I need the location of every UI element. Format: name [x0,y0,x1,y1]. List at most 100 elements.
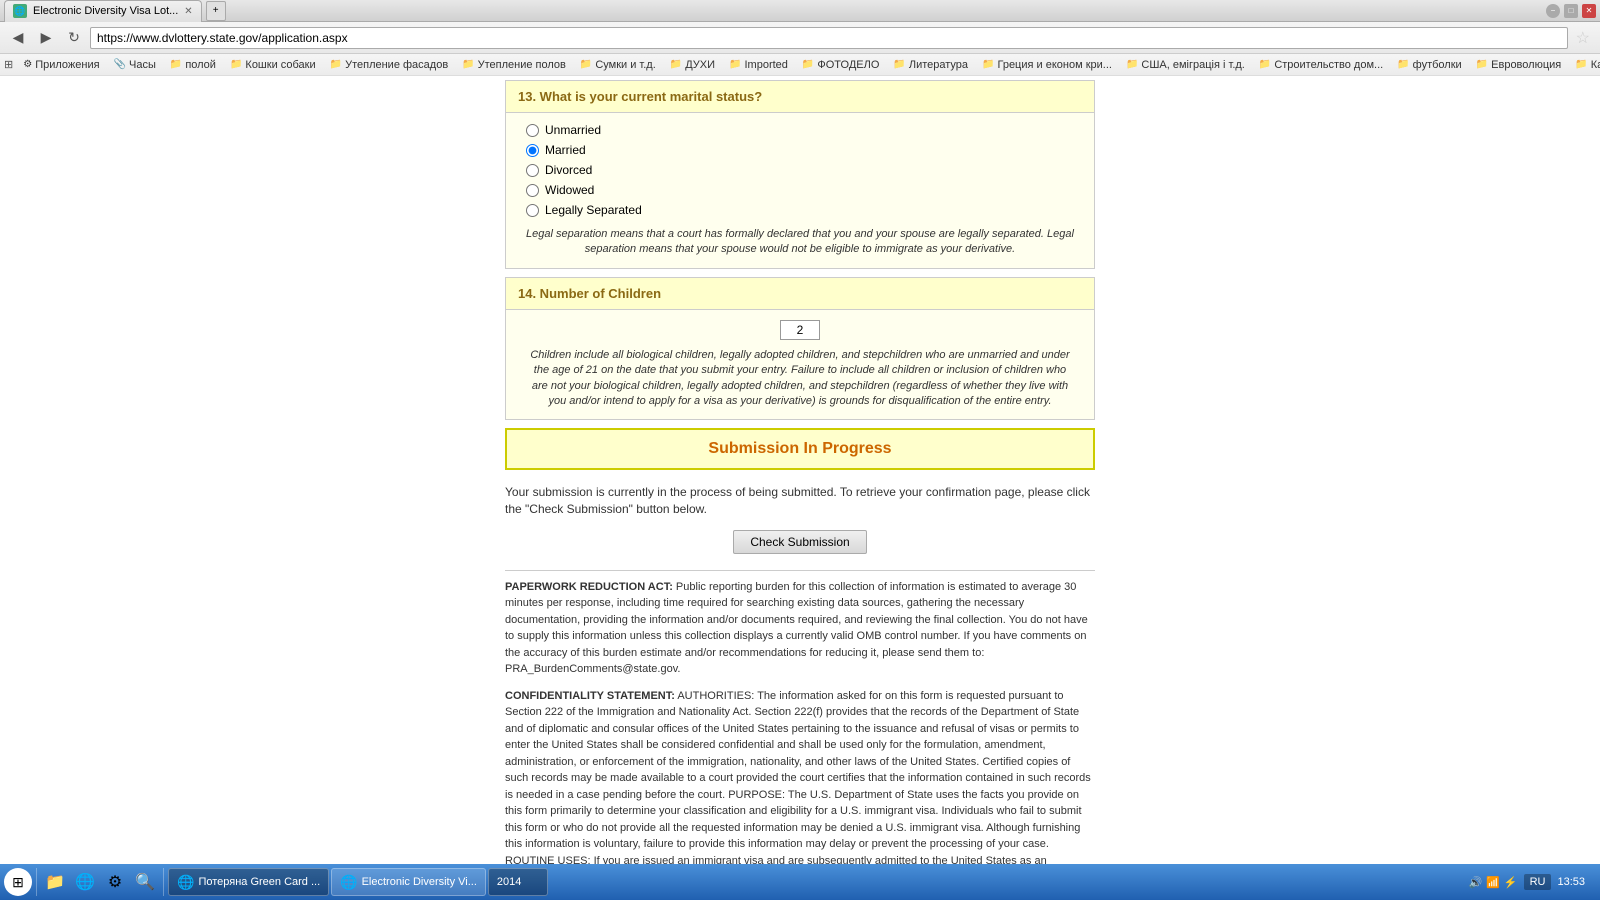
section14-header: 14. Number of Children [505,277,1095,310]
confidentiality-body: AUTHORITIES: The information asked for o… [505,690,1094,874]
paperwork-heading: PAPERWORK REDUCTION ACT: [505,581,673,593]
bookmark-label: Imported [745,59,788,71]
bookmark-folder-icon: 📁 [330,59,342,70]
system-clock: 13:53 [1557,876,1585,888]
widowed-label: Widowed [545,183,594,197]
divorced-radio[interactable] [526,164,539,177]
bookmark-icon: 📎 [114,59,126,70]
form-area: 13. What is your current marital status?… [505,76,1095,874]
taskbar-icon-files[interactable]: 📁 [41,868,69,896]
bookmark-label: Греция и економ кри... [997,59,1111,71]
married-option[interactable]: Married [526,143,1074,157]
bookmark-stroy[interactable]: 📁 Строительство дом... [1253,57,1389,73]
divorced-option[interactable]: Divorced [526,163,1074,177]
bookmark-star-icon[interactable]: ☆ [1572,28,1594,48]
taskbar-task-icon-diversity: 🌐 [340,874,357,891]
taskbar: ⊞ 📁 🌐 ⚙ 🔍 🌐 Потеряна Green Card ... 🌐 El… [0,864,1600,900]
tab-title: Electronic Diversity Visa Lot... [33,5,178,17]
bookmark-lit[interactable]: 📁 Литература [887,57,974,73]
paperwork-text: PAPERWORK REDUCTION ACT: Public reportin… [505,579,1095,678]
children-note: Children include all biological children… [526,348,1074,410]
bookmark-folder-icon: 📁 [462,59,474,70]
section13-header: 13. What is your current marital status? [505,80,1095,113]
married-label: Married [545,143,586,157]
refresh-button[interactable]: ↻ [62,26,86,50]
bookmark-football[interactable]: 📁 футболки [1391,57,1467,73]
taskbar-task-greencard[interactable]: 🌐 Потеряна Green Card ... [168,868,329,896]
bookmark-bags[interactable]: 📁 Сумки и т.д. [574,57,662,73]
submission-description: Your submission is currently in the proc… [505,484,1095,518]
taskbar-icon-browser[interactable]: 🌐 [71,868,99,896]
bookmark-usa[interactable]: 📁 США, еміграція і т.д. [1120,57,1251,73]
close-button[interactable]: ✕ [1582,4,1596,18]
bookmark-label: Строительство дом... [1274,59,1383,71]
browser-tab[interactable]: 🌐 Electronic Diversity Visa Lot... ✕ [4,0,202,22]
forward-button[interactable]: ▶ [34,26,58,50]
bookmark-folder-icon: 📁 [802,59,814,70]
unmarried-option[interactable]: Unmarried [526,123,1074,137]
bookmark-label: футболки [1413,59,1462,71]
bookmark-folder-icon: 📁 [1397,59,1409,70]
widowed-option[interactable]: Widowed [526,183,1074,197]
language-indicator[interactable]: RU [1524,874,1552,890]
submission-desc-area: Your submission is currently in the proc… [505,478,1095,530]
bookmark-dogs[interactable]: 📁 Кошки собаки [224,57,322,73]
bookmark-label: ДУХИ [685,59,715,71]
confidentiality-heading: CONFIDENTIALITY STATEMENT: [505,690,675,702]
paperwork-section: PAPERWORK REDUCTION ACT: Public reportin… [505,570,1095,874]
bookmark-folder-icon: 📁 [1476,59,1488,70]
bookmark-folder-icon: 📁 [729,59,741,70]
confidentiality-text: CONFIDENTIALITY STATEMENT: AUTHORITIES: … [505,688,1095,874]
unmarried-radio[interactable] [526,124,539,137]
bookmark-polyi[interactable]: 📁 полой [164,57,222,73]
bookmark-folder-icon: 📁 [1126,59,1138,70]
bookmark-label: Утепление полов [478,59,566,71]
new-tab-button[interactable]: + [206,1,226,21]
unmarried-label: Unmarried [545,123,601,137]
bookmark-calories[interactable]: 📁 Калорійность Курин... [1569,57,1600,73]
taskbar-task-diversity[interactable]: 🌐 Electronic Diversity Vi... [331,868,486,896]
submission-title: Submission In Progress [517,440,1083,458]
taskbar-icon-search[interactable]: 🔍 [131,868,159,896]
legally-separated-radio[interactable] [526,204,539,217]
bookmark-icon: ⚙ [23,59,32,70]
taskbar-task-2014[interactable]: 2014 [488,868,548,896]
bookmark-insul[interactable]: 📁 Утепление полов [456,57,572,73]
address-bar[interactable] [90,27,1568,49]
bookmark-greece[interactable]: 📁 Греция и економ кри... [976,57,1118,73]
section14-body: Children include all biological children… [505,310,1095,421]
submission-in-progress-box: Submission In Progress [505,428,1095,470]
married-radio[interactable] [526,144,539,157]
taskbar-separator [36,868,37,896]
children-count-input[interactable] [780,320,820,340]
marital-status-group: Unmarried Married Divorced Widowed [526,123,1074,217]
bookmark-folder-icon: 📁 [1259,59,1271,70]
tab-close-button[interactable]: ✕ [184,6,192,17]
bookmark-imported[interactable]: 📁 Imported [723,57,794,73]
section14-title: 14. Number of Children [518,286,1082,301]
bookmark-label: Евроволюция [1491,59,1561,71]
minimize-button[interactable]: − [1546,4,1560,18]
bookmark-label: Кошки собаки [245,59,315,71]
bookmark-euro[interactable]: 📁 Евроволюция [1470,57,1568,73]
bookmark-apps[interactable]: ⚙ Приложения [17,57,105,73]
taskbar-task-label-diversity: Electronic Diversity Vi... [362,876,477,888]
legally-separated-label: Legally Separated [545,203,642,217]
widowed-radio[interactable] [526,184,539,197]
bookmark-folder-icon: 📁 [893,59,905,70]
start-button[interactable]: ⊞ [4,868,32,896]
bookmark-facade[interactable]: 📁 Утепление фасадов [324,57,455,73]
legally-separated-option[interactable]: Legally Separated [526,203,1074,217]
bookmark-clock[interactable]: 📎 Часы [108,57,162,73]
tray-icon-3: ⚡ [1504,876,1518,889]
back-button[interactable]: ◀ [6,26,30,50]
section13-body: Unmarried Married Divorced Widowed [505,113,1095,269]
maximize-button[interactable]: □ [1564,4,1578,18]
bookmark-fotodelo[interactable]: 📁 ФОТОДЕЛО [796,57,885,73]
check-submission-button[interactable]: Check Submission [733,530,866,554]
taskbar-icon-settings[interactable]: ⚙ [101,868,129,896]
tray-icon-1: 🔊 [1468,876,1482,889]
bookmark-folder-icon: 📁 [670,59,682,70]
bookmark-spirits[interactable]: 📁 ДУХИ [664,57,721,73]
bookmark-label: полой [185,59,216,71]
